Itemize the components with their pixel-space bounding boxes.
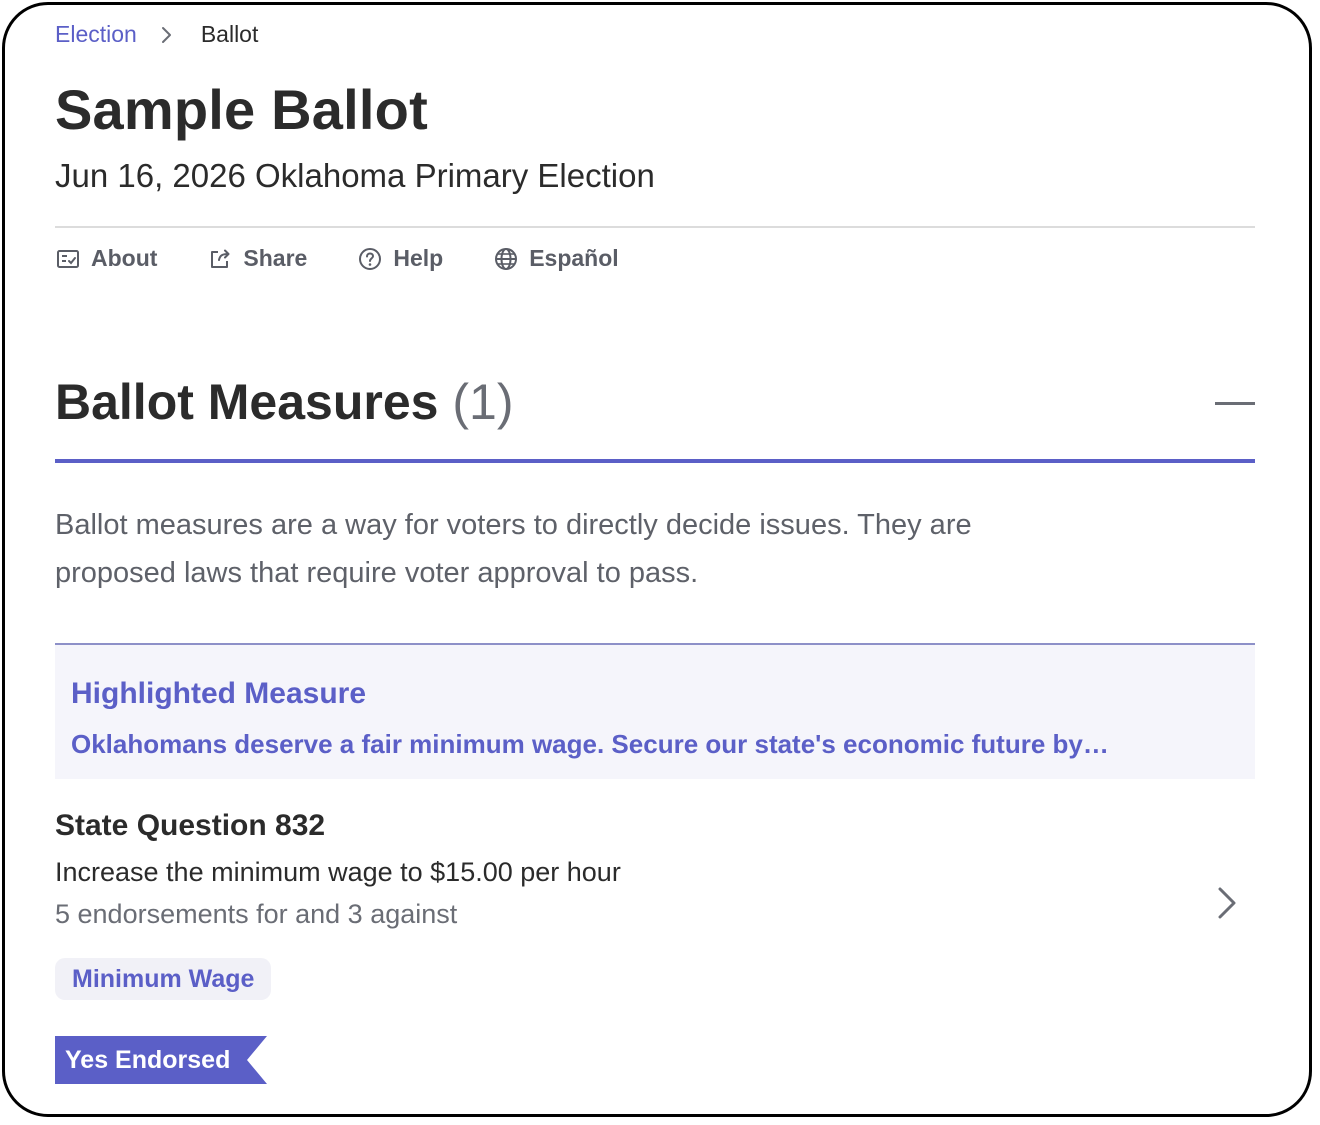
- page-title: Sample Ballot: [55, 78, 428, 141]
- section-description: Ballot measures are a way for voters to …: [55, 509, 972, 589]
- app-frame: Election Ballot Sample Ballot Jun 16, 20…: [2, 2, 1312, 1117]
- chevron-right-icon: [155, 24, 177, 46]
- section-title-text: Ballot Measures: [55, 374, 439, 430]
- measure-title: State Question 832: [55, 809, 326, 842]
- share-button[interactable]: Share: [207, 245, 307, 272]
- action-bar: About Share Help Español: [55, 245, 669, 272]
- language-button[interactable]: Español: [493, 245, 619, 272]
- help-label: Help: [393, 245, 444, 271]
- section-title: Ballot Measures (1): [55, 373, 514, 431]
- election-subtitle: Jun 16, 2026 Oklahoma Primary Election: [55, 157, 655, 194]
- topic-tag[interactable]: Minimum Wage: [55, 958, 272, 1000]
- ballot-measures-header: Ballot Measures (1): [55, 367, 1255, 461]
- globe-icon: [495, 247, 518, 270]
- share-icon: [211, 249, 230, 268]
- section-count: (1): [452, 374, 514, 430]
- minus-icon: [1215, 402, 1255, 405]
- help-button[interactable]: Help: [357, 245, 443, 272]
- highlighted-measure-label: Highlighted Measure: [71, 677, 367, 710]
- language-label: Español: [529, 245, 619, 271]
- share-label: Share: [243, 245, 308, 271]
- checklist-icon: [57, 249, 79, 268]
- breadcrumb: Election Ballot: [55, 21, 258, 48]
- endorsement-badge-label: Yes Endorsed: [65, 1046, 231, 1074]
- breadcrumb-current: Ballot: [200, 21, 259, 47]
- about-label: About: [91, 245, 158, 271]
- help-circle-icon: [359, 247, 382, 270]
- endorsement-count: 5 endorsements for and 3 against: [55, 899, 458, 929]
- highlighted-measure-card[interactable]: Highlighted Measure Oklahomans deserve a…: [55, 643, 1255, 779]
- collapse-button[interactable]: [1215, 393, 1255, 415]
- measure-item[interactable]: State Question 832 Increase the minimum …: [55, 795, 1255, 1114]
- measure-description: Increase the minimum wage to $15.00 per …: [55, 857, 621, 887]
- breadcrumb-election-link[interactable]: Election: [55, 21, 137, 48]
- divider: [55, 226, 1255, 228]
- about-button[interactable]: About: [55, 245, 157, 272]
- highlighted-measure-text: Oklahomans deserve a fair minimum wage. …: [71, 729, 1109, 759]
- chevron-right-icon: [1218, 887, 1236, 919]
- section-underline: [55, 459, 1255, 463]
